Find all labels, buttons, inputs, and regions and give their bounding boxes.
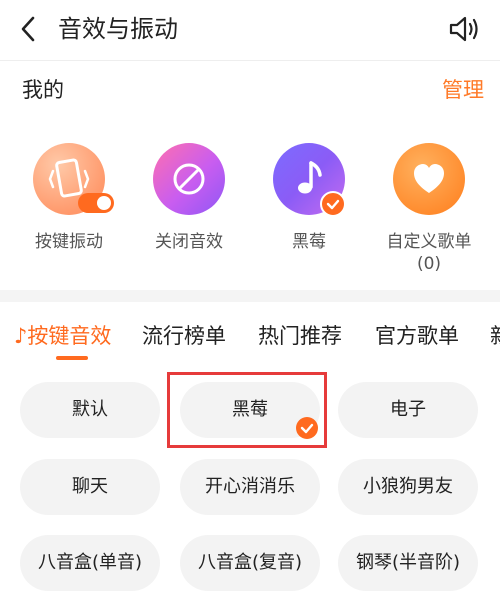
header-divider — [0, 60, 500, 61]
sound-happy-match[interactable]: 开心消消乐 — [180, 459, 320, 515]
custom-list-item[interactable] — [393, 143, 465, 215]
sound-electronic[interactable]: 电子 — [338, 382, 478, 438]
tab-new[interactable]: 新 — [490, 322, 500, 350]
sound-chat[interactable]: 聊天 — [20, 459, 160, 515]
tab-key-sounds[interactable]: ♪按键音效 — [14, 322, 111, 350]
active-tab-indicator — [56, 356, 88, 360]
mine-heading: 我的 — [22, 78, 64, 102]
speaker-icon[interactable] — [448, 14, 480, 44]
tab-popular[interactable]: 流行榜单 — [142, 322, 226, 350]
music-note-small-icon: ♪ — [14, 324, 28, 348]
custom-list-label: 自定义歌单 — [386, 232, 472, 252]
sound-musicbox-single[interactable]: 八音盒(单音) — [20, 535, 160, 591]
mute-item[interactable] — [153, 143, 225, 215]
vibration-toggle[interactable] — [78, 193, 114, 213]
sound-piano-chromatic[interactable]: 钢琴(半音阶) — [338, 535, 478, 591]
mute-circle-icon — [173, 163, 205, 195]
sound-musicbox-chord[interactable]: 八音盒(复音) — [180, 535, 320, 591]
page-title: 音效与振动 — [58, 15, 178, 43]
sound-wolf-boyfriend[interactable]: 小狼狗男友 — [338, 459, 478, 515]
heart-icon — [414, 164, 444, 193]
section-separator — [0, 290, 500, 302]
mute-label: 关闭音效 — [155, 232, 223, 252]
selected-check-icon — [320, 191, 346, 217]
vibration-label: 按键振动 — [35, 232, 103, 252]
sound-default[interactable]: 默认 — [20, 382, 160, 438]
tab-hot[interactable]: 热门推荐 — [258, 322, 342, 350]
chevron-left-icon[interactable] — [14, 14, 44, 44]
tab-official[interactable]: 官方歌单 — [375, 322, 459, 350]
custom-list-count: (0) — [416, 254, 442, 274]
top-bar: 音效与振动 — [0, 0, 500, 60]
blackberry-label: 黑莓 — [292, 232, 326, 252]
tab-key-sounds-label: 按键音效 — [27, 324, 112, 348]
manage-button[interactable]: 管理 — [442, 76, 484, 104]
selection-highlight-box — [167, 372, 327, 448]
